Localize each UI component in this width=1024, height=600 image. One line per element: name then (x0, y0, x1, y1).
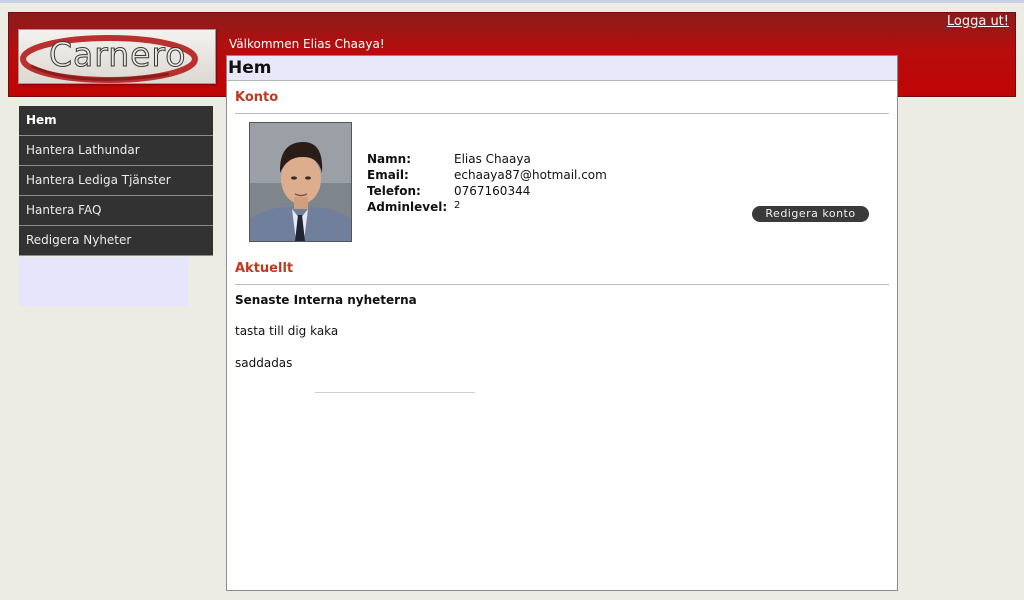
news-heading: Aktuellt (235, 261, 294, 276)
account-divider (235, 113, 889, 114)
news-item: saddadas (235, 356, 293, 370)
sidebar-nav: Hem Hantera Lathundar Hantera Lediga Tjä… (19, 106, 213, 256)
logout-link[interactable]: Logga ut! (947, 14, 1009, 29)
sidebar-item-hem[interactable]: Hem (19, 106, 213, 136)
news-item: tasta till dig kaka (235, 324, 339, 338)
adminlevel-value: 2 (454, 200, 461, 211)
page-title: Hem (227, 56, 897, 81)
logo-text: Carnero (49, 35, 187, 75)
phone-value: 0767160344 (454, 184, 531, 198)
sidebar-item-hantera-faq[interactable]: Hantera FAQ (19, 196, 213, 226)
name-value: Elias Chaaya (454, 152, 531, 166)
account-heading: Konto (235, 90, 279, 105)
adminlevel-label: Adminlevel: (367, 200, 448, 214)
news-divider (235, 284, 889, 285)
main-content: Hem Konto Namn: Elias Chaaya Email: echa… (226, 55, 898, 591)
profile-photo (249, 122, 352, 242)
carnero-logo: Carnero (18, 29, 216, 84)
email-label: Email: (367, 168, 409, 182)
name-label: Namn: (367, 152, 411, 166)
welcome-message: Välkommen Elias Chaaya! (229, 37, 385, 51)
top-border (0, 0, 1024, 3)
sidebar-panel (19, 257, 188, 306)
edit-account-button[interactable]: Redigera konto (752, 206, 869, 222)
sidebar-item-redigera-nyheter[interactable]: Redigera Nyheter (19, 226, 213, 256)
phone-label: Telefon: (367, 184, 421, 198)
email-value: echaaya87@hotmail.com (454, 168, 607, 182)
sidebar-item-hantera-lathundar[interactable]: Hantera Lathundar (19, 136, 213, 166)
sidebar-item-hantera-lediga-tjanster[interactable]: Hantera Lediga Tjänster (19, 166, 213, 196)
news-end-divider (315, 392, 475, 393)
person-avatar-icon (250, 123, 351, 241)
news-subheading: Senaste Interna nyheterna (235, 293, 417, 307)
